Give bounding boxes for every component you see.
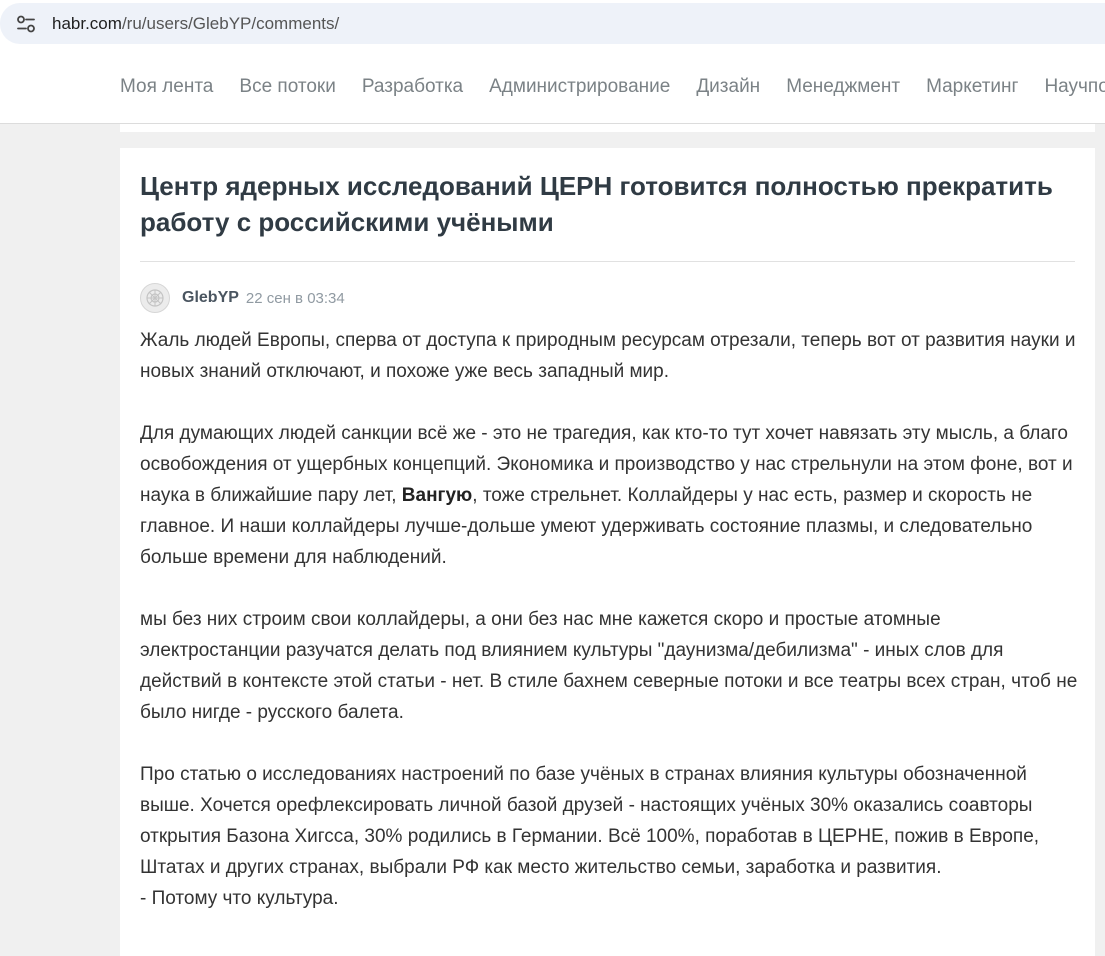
comment-author-link[interactable]: GlebYP <box>182 289 239 307</box>
site-settings-icon[interactable] <box>16 15 36 33</box>
comment-paragraph: мы без них строим свои коллайдеры, а они… <box>140 609 1078 723</box>
nav-item-management[interactable]: Менеджмент <box>786 76 900 98</box>
avatar[interactable] <box>140 283 170 313</box>
url-path: /ru/users/GlebYP/comments/ <box>121 14 340 33</box>
comment-paragraph: Про статью о исследованиях настроений по… <box>140 764 1040 878</box>
comment-meta: GlebYP 22 сен в 03:34 <box>140 283 345 313</box>
site-navigation: Моя лента Все потоки Разработка Админист… <box>0 52 1105 124</box>
nav-item-all-streams[interactable]: Все потоки <box>239 76 335 98</box>
nav-item-design[interactable]: Дизайн <box>696 76 760 98</box>
comment-paragraph: - Потому что культура. <box>140 888 339 909</box>
comment-paragraph: Жаль людей Европы, сперва от доступа к п… <box>140 330 1076 382</box>
nav-item-my-feed[interactable]: Моя лента <box>120 76 213 98</box>
comment-body: Жаль людей Европы, сперва от доступа к п… <box>140 325 1085 945</box>
divider <box>140 261 1075 262</box>
comment-bold-text: Вангую <box>401 485 473 506</box>
avatar-placeholder-icon <box>146 289 164 307</box>
nav-item-marketing[interactable]: Маркетинг <box>926 76 1018 98</box>
post-title-link[interactable]: Центр ядерных исследований ЦЕРН готовитс… <box>140 168 1075 240</box>
nav-item-administration[interactable]: Администрирование <box>489 76 670 98</box>
nav-item-popsci[interactable]: Научпоп <box>1044 76 1105 98</box>
comment-card: Центр ядерных исследований ЦЕРН готовитс… <box>120 148 1095 956</box>
comment-timestamp[interactable]: 22 сен в 03:34 <box>246 290 345 307</box>
previous-card-edge <box>120 124 1095 132</box>
nav-list: Моя лента Все потоки Разработка Админист… <box>120 76 1105 98</box>
comment-paragraph: Для думающих людей санкции всё же - это … <box>140 418 1085 573</box>
nav-item-development[interactable]: Разработка <box>362 76 463 98</box>
url-host: habr.com <box>52 14 122 33</box>
url-field[interactable]: habr.com/ru/users/GlebYP/comments/ <box>0 3 1105 44</box>
url-text[interactable]: habr.com/ru/users/GlebYP/comments/ <box>52 14 339 34</box>
browser-address-bar: habr.com/ru/users/GlebYP/comments/ <box>0 0 1105 52</box>
